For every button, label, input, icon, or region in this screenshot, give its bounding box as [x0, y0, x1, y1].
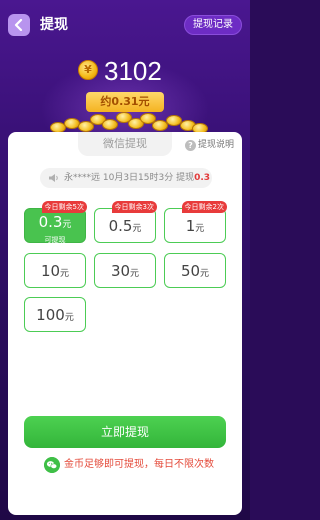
- amount-option-50[interactable]: 50元: [164, 253, 226, 288]
- amount-value: 0.5: [108, 217, 133, 235]
- remaining-badge: 今日剩余2次: [181, 201, 227, 213]
- coin-balance: ¥ 3102: [0, 56, 250, 86]
- speaker-icon: [49, 174, 58, 182]
- amount-unit: 元: [132, 224, 142, 234]
- header: 提现 提现记录: [0, 12, 250, 40]
- notice-text: 永****远 10月3日15时3分 提现0.3: [64, 168, 210, 188]
- amount-value: 10: [40, 262, 61, 280]
- amount-value: 30: [110, 262, 131, 280]
- amount-unit: 元: [64, 313, 74, 323]
- tip-text: 金币足够即可提现，每日不限次数: [64, 459, 214, 470]
- back-button[interactable]: [8, 14, 30, 36]
- help-label: 提现说明: [197, 140, 234, 150]
- amount-unit: 元: [195, 224, 205, 234]
- amount-value: 100: [36, 306, 65, 324]
- question-icon: ?: [184, 139, 196, 151]
- option-amount: 50元: [165, 254, 225, 291]
- notice-amount: 0.3: [194, 173, 211, 183]
- amount-unit: 元: [130, 269, 140, 279]
- amount-option-30[interactable]: 30元: [94, 253, 156, 288]
- option-amount: 10元: [25, 254, 85, 291]
- amount-option-0-3[interactable]: 今日剩余5次 0.3元 可提现: [24, 201, 87, 244]
- option-status: 可提现: [44, 236, 66, 244]
- remaining-badge: 今日剩余5次: [41, 201, 87, 213]
- coin-icon: ¥: [78, 60, 98, 80]
- page-title: 提现: [40, 17, 68, 33]
- option-amount: 30元: [95, 254, 155, 291]
- chevron-left-icon: [14, 19, 23, 31]
- withdraw-help-link[interactable]: ? 提现说明: [184, 138, 234, 152]
- option-amount: 100元: [25, 298, 85, 335]
- pile-coin: [102, 119, 118, 130]
- amount-value: 50: [180, 262, 201, 280]
- amount-unit: 元: [62, 220, 72, 230]
- amount-option-100[interactable]: 100元: [24, 297, 86, 332]
- amount-unit: 元: [200, 269, 210, 279]
- amount-unit: 元: [60, 269, 70, 279]
- withdraw-tip: 金币足够即可提现，每日不限次数: [8, 456, 242, 474]
- tab-wechat-withdraw[interactable]: 微信提现: [78, 132, 172, 156]
- coin-balance-value: 3102: [104, 56, 162, 86]
- amount-option-1[interactable]: 今日剩余2次 1元: [164, 201, 227, 246]
- option-amount: 0.5元: [95, 209, 155, 246]
- withdraw-card: 微信提现 ? 提现说明 永****远 10月3日15时3分 提现0.3 今日剩余…: [8, 132, 242, 515]
- tabs-row: 微信提现 ? 提现说明: [8, 132, 242, 158]
- option-amount: 1元: [165, 209, 225, 246]
- remaining-badge: 今日剩余3次: [111, 201, 157, 213]
- withdraw-record-button[interactable]: 提现记录: [184, 15, 242, 35]
- amount-value: 1: [185, 217, 196, 235]
- amount-option-10[interactable]: 10元: [24, 253, 86, 288]
- approx-value-badge: 约0.31元: [86, 92, 164, 112]
- notice-message: 永****远 10月3日15时3分 提现: [64, 173, 195, 183]
- amount-option-0-5[interactable]: 今日剩余3次 0.5元: [94, 201, 157, 246]
- withdraw-notice: 永****远 10月3日15时3分 提现0.3: [40, 168, 212, 188]
- option-amount: 0.3元: [25, 211, 85, 236]
- withdraw-now-button[interactable]: 立即提现: [24, 416, 226, 448]
- wechat-icon: [44, 457, 60, 473]
- amount-value: 0.3: [38, 213, 63, 231]
